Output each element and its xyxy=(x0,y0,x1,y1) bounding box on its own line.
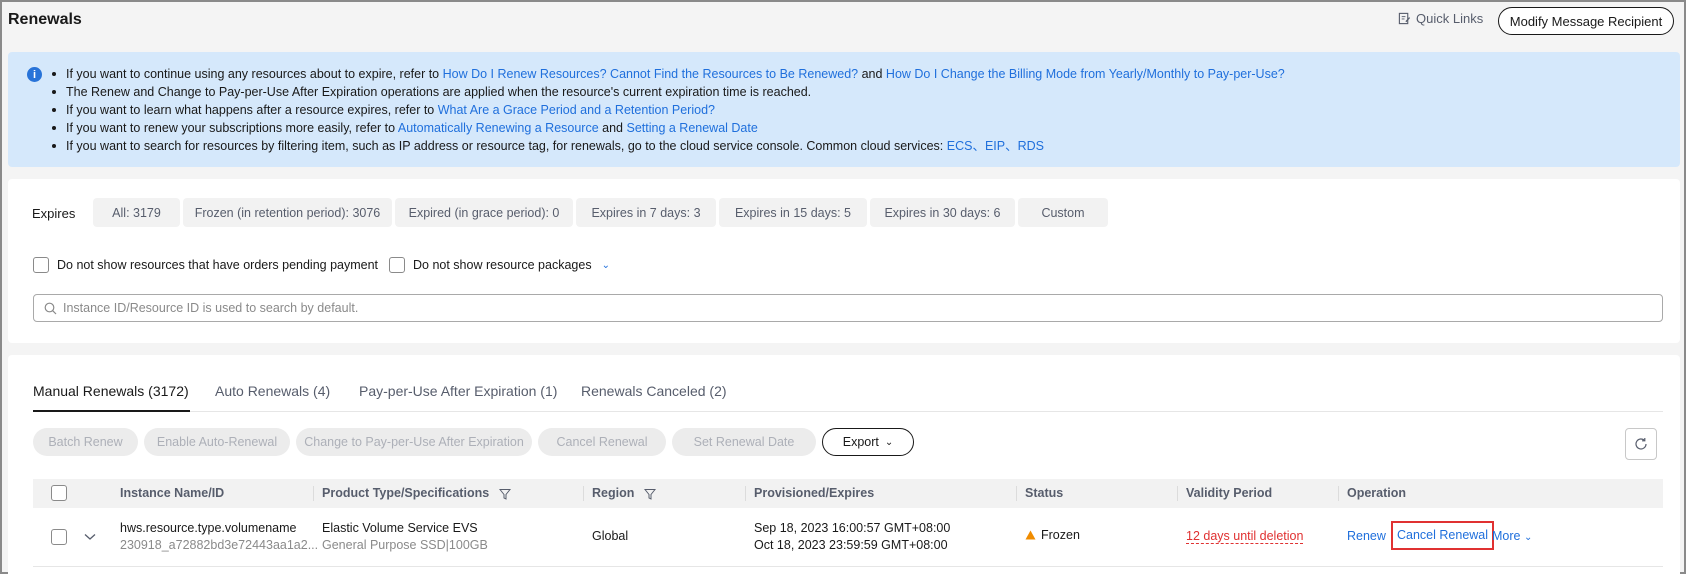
chip-custom[interactable]: Custom xyxy=(1018,198,1108,227)
export-label: Export xyxy=(842,435,879,449)
search-input[interactable] xyxy=(63,301,1662,315)
cancel-renewal-highlight: Cancel Renewal xyxy=(1391,521,1495,550)
enable-auto-renewal-button[interactable]: Enable Auto-Renewal xyxy=(144,428,290,456)
quick-links-label: Quick Links xyxy=(1416,11,1484,26)
region-value: Global xyxy=(592,529,629,543)
info-banner: i If you want to continue using any reso… xyxy=(8,52,1680,167)
instance-name[interactable]: hws.resource.type.volumename xyxy=(120,520,296,537)
product-type: Elastic Volume Service EVS xyxy=(322,521,478,535)
product-spec: General Purpose SSD|100GB xyxy=(322,538,488,552)
chip-all[interactable]: All: 3179 xyxy=(93,198,180,227)
cancel-renewal-button[interactable]: Cancel Renewal xyxy=(538,428,666,456)
cancel-renewal-link[interactable]: Cancel Renewal xyxy=(1391,521,1495,550)
chip-expired[interactable]: Expired (in grace period): 0 xyxy=(395,198,573,227)
refresh-button[interactable] xyxy=(1625,428,1657,460)
info-item: The Renew and Change to Pay-per-Use Afte… xyxy=(52,83,1285,101)
renew-link[interactable]: Renew xyxy=(1347,528,1386,545)
filter-icon[interactable] xyxy=(498,488,511,500)
info-item: If you want to continue using any resour… xyxy=(52,67,1285,81)
grace-retention-period-link[interactable]: What Are a Grace Period and a Retention … xyxy=(438,103,715,117)
row-checkbox[interactable] xyxy=(51,529,67,545)
change-to-pay-per-use-button[interactable]: Change to Pay-per-Use After Expiration xyxy=(296,428,532,456)
auto-renewing-link[interactable]: Automatically Renewing a Resource xyxy=(398,121,599,135)
pending-payment-label: Do not show resources that have orders p… xyxy=(57,258,379,272)
column-header-provisioned: Provisioned/Expires xyxy=(754,486,875,500)
info-list: If you want to continue using any resour… xyxy=(52,65,1285,155)
more-dropdown[interactable]: More ⌄ xyxy=(1492,528,1532,546)
table-toolbar: Batch Renew Enable Auto-Renewal Change t… xyxy=(33,428,914,456)
modify-message-recipient-button[interactable]: Modify Message Recipient xyxy=(1498,7,1674,35)
ecs-link[interactable]: ECS xyxy=(947,139,973,153)
expires-filter-chips: All: 3179 Frozen (in retention period): … xyxy=(93,198,1108,227)
status-badge: Frozen xyxy=(1025,527,1080,544)
chip-frozen[interactable]: Frozen (in retention period): 3076 xyxy=(183,198,392,227)
search-icon xyxy=(44,302,57,314)
renewals-list-panel: Manual Renewals (3172) Auto Renewals (4)… xyxy=(8,355,1680,574)
page-header: Renewals Quick Links Modify Message Reci… xyxy=(2,2,1684,42)
column-header-product: Product Type/Specifications xyxy=(322,479,511,508)
chevron-down-icon[interactable] xyxy=(84,533,96,541)
setting-renewal-date-link[interactable]: Setting a Renewal Date xyxy=(626,121,757,135)
renewal-tabs: Manual Renewals (3172) Auto Renewals (4)… xyxy=(33,355,1663,412)
validity-period: 12 days until deletion xyxy=(1186,529,1304,544)
export-button[interactable]: Export ⌄ xyxy=(822,428,914,456)
chip-30-days[interactable]: Expires in 30 days: 6 xyxy=(870,198,1015,227)
table-header: Instance Name/ID Product Type/Specificat… xyxy=(33,479,1663,508)
filter-panel: Expires All: 3179 Frozen (in retention p… xyxy=(8,179,1680,343)
select-all-checkbox[interactable] xyxy=(51,485,67,501)
chip-7-days[interactable]: Expires in 7 days: 3 xyxy=(576,198,716,227)
filter-icon[interactable] xyxy=(643,488,656,500)
column-header-region: Region xyxy=(592,479,656,508)
pending-payment-checkbox[interactable] xyxy=(33,257,49,273)
chip-15-days[interactable]: Expires in 15 days: 5 xyxy=(719,198,867,227)
column-header-name: Instance Name/ID xyxy=(120,486,225,500)
expires-time: Oct 18, 2023 23:59:59 GMT+08:00 xyxy=(754,538,948,552)
chevron-down-icon: ⌄ xyxy=(884,436,894,448)
info-item: If you want to learn what happens after … xyxy=(52,101,1285,119)
page-title: Renewals xyxy=(8,11,82,28)
edit-icon xyxy=(1398,12,1411,25)
active-tab-indicator xyxy=(33,410,190,412)
change-billing-mode-link[interactable]: How Do I Change the Billing Mode from Ye… xyxy=(886,67,1285,81)
chevron-down-icon[interactable]: ⌄ xyxy=(602,260,610,271)
search-box[interactable] xyxy=(33,294,1663,322)
tab-pay-per-use[interactable]: Pay-per-Use After Expiration (1) xyxy=(359,383,557,399)
column-header-status: Status xyxy=(1025,486,1064,500)
resource-packages-checkbox[interactable] xyxy=(389,257,405,273)
resource-packages-label: Do not show resource packages xyxy=(413,258,592,272)
renew-resources-link[interactable]: How Do I Renew Resources? Cannot Find th… xyxy=(443,67,859,81)
table-row: hws.resource.type.volumename 230918_a728… xyxy=(33,508,1663,567)
info-icon: i xyxy=(27,67,42,82)
provisioned-time: Sep 18, 2023 16:00:57 GMT+08:00 xyxy=(754,521,951,535)
tab-auto-renewals[interactable]: Auto Renewals (4) xyxy=(215,383,330,399)
refresh-icon xyxy=(1635,438,1647,450)
column-header-validity: Validity Period xyxy=(1186,486,1273,500)
quick-links-link[interactable]: Quick Links xyxy=(1398,11,1483,26)
info-item: If you want to search for resources by f… xyxy=(52,137,1285,155)
pending-payment-checkbox-row[interactable]: Do not show resources that have orders p… xyxy=(33,257,378,273)
set-renewal-date-button[interactable]: Set Renewal Date xyxy=(672,428,816,456)
rds-link[interactable]: RDS xyxy=(1018,139,1044,153)
instance-id: 230918_a72882bd3e72443aa1a2... xyxy=(120,538,319,552)
resource-packages-checkbox-row[interactable]: Do not show resource packages ⌄ xyxy=(389,257,610,273)
chevron-down-icon: ⌄ xyxy=(1523,532,1533,543)
info-item: If you want to renew your subscriptions … xyxy=(52,119,1285,137)
tab-renewals-canceled[interactable]: Renewals Canceled (2) xyxy=(581,383,727,399)
renewals-page: Renewals Quick Links Modify Message Reci… xyxy=(0,0,1686,574)
eip-link[interactable]: EIP xyxy=(985,139,1005,153)
column-header-operation: Operation xyxy=(1347,486,1407,500)
expires-label: Expires xyxy=(32,206,76,221)
warning-triangle-icon xyxy=(1025,530,1036,540)
tab-manual-renewals[interactable]: Manual Renewals (3172) xyxy=(33,383,189,399)
batch-renew-button[interactable]: Batch Renew xyxy=(33,428,138,456)
